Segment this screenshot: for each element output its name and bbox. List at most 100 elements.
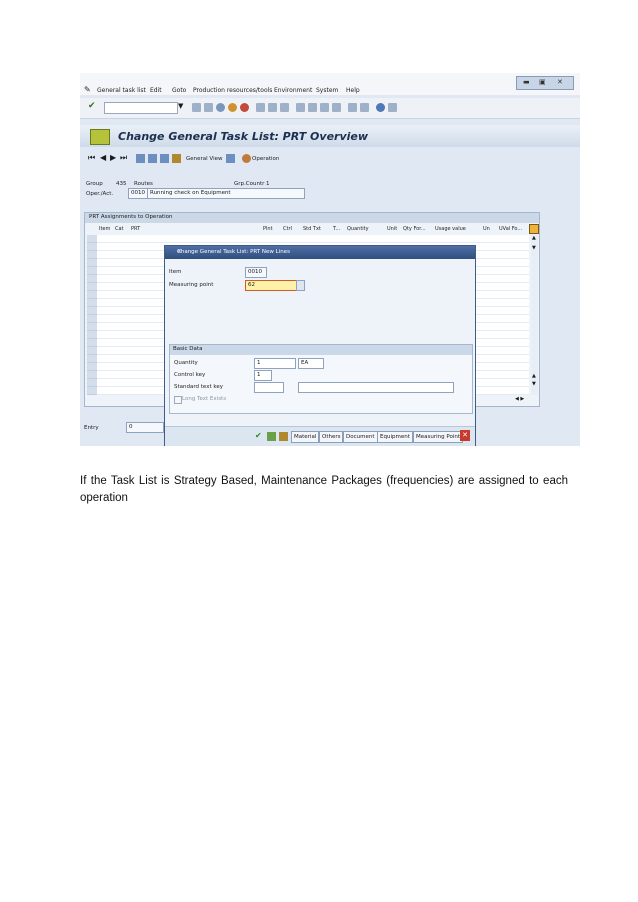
- operation-button[interactable]: Operation: [252, 156, 279, 162]
- operation-icon[interactable]: [242, 154, 251, 163]
- menu-environment[interactable]: Environment: [274, 87, 312, 94]
- cancel-dialog-icon[interactable]: ✕: [460, 430, 470, 441]
- scroll-down-bottom-icon[interactable]: ▼: [532, 381, 536, 387]
- group-value: 435: [116, 181, 127, 187]
- col-plnt[interactable]: Plnt: [263, 226, 273, 232]
- prev-page-icon[interactable]: [308, 103, 317, 112]
- item-label: Item: [169, 269, 182, 275]
- control-key-label: Control key: [174, 372, 206, 378]
- col-un[interactable]: Un: [483, 226, 490, 232]
- scroll-down-icon[interactable]: ▼: [532, 245, 536, 251]
- measuring-point-field[interactable]: 62: [245, 280, 297, 291]
- dropdown-icon[interactable]: ▼: [178, 102, 183, 110]
- general-view-button[interactable]: General View: [186, 156, 222, 162]
- group-text: Routes: [134, 181, 153, 187]
- col-ctrl[interactable]: Ctrl: [283, 226, 292, 232]
- col-cat[interactable]: Cat: [115, 226, 124, 232]
- find-next-icon[interactable]: [280, 103, 289, 112]
- next-page-icon[interactable]: [320, 103, 329, 112]
- layout-icon[interactable]: [388, 103, 397, 112]
- back-icon[interactable]: [192, 103, 201, 112]
- basic-data-header: Basic Data: [170, 345, 472, 355]
- title-bar: Change General Task List: PRT Overview: [80, 125, 580, 147]
- oper-value-field[interactable]: 0010: [128, 188, 148, 199]
- scroll-up-bottom-icon[interactable]: ▲: [532, 373, 536, 379]
- col-qty-for[interactable]: Qty For...: [403, 226, 426, 232]
- grpcountr-value: 1: [266, 181, 270, 187]
- next-record-icon[interactable]: ▶: [110, 153, 116, 162]
- last-record-icon[interactable]: ⏭: [120, 153, 127, 163]
- basic-data-section: Basic Data Quantity 1 EA Control key 1 S…: [169, 344, 473, 414]
- item-field[interactable]: 0010: [245, 267, 267, 278]
- restore-icon[interactable]: ▣: [539, 78, 546, 86]
- save-icon[interactable]: [204, 103, 213, 112]
- quantity-field[interactable]: 1: [254, 358, 296, 369]
- col-quantity[interactable]: Quantity: [347, 226, 369, 232]
- exit-icon[interactable]: [228, 103, 237, 112]
- shortcut-icon[interactable]: [360, 103, 369, 112]
- help-icon[interactable]: [376, 103, 385, 112]
- new-session-icon[interactable]: [348, 103, 357, 112]
- col-usage-value[interactable]: Usage value: [435, 226, 466, 232]
- menu-bar: ✎ General task list Edit Goto Production…: [80, 73, 580, 95]
- standard-text-key-field[interactable]: [254, 382, 284, 393]
- confirm-icon[interactable]: ✔: [255, 431, 262, 440]
- enter-icon[interactable]: ✔: [88, 101, 96, 111]
- measuring-point-button[interactable]: Measuring Point: [413, 431, 464, 443]
- row-selector-column[interactable]: [87, 235, 97, 395]
- print-icon[interactable]: [256, 103, 265, 112]
- scroll-left-right-icon[interactable]: ◀ ▶: [515, 396, 524, 402]
- prt-new-lines-dialog: Change General Task List: PRT New Lines …: [164, 245, 476, 446]
- first-record-icon[interactable]: ⏮: [88, 153, 95, 163]
- menu-system[interactable]: System: [316, 87, 338, 94]
- dialog-close-icon[interactable]: ✕: [177, 249, 470, 255]
- find-icon[interactable]: [268, 103, 277, 112]
- task-list-icon: [90, 129, 110, 145]
- long-text-checkbox[interactable]: [174, 396, 182, 404]
- menu-general-task-list[interactable]: General task list: [97, 87, 146, 94]
- control-key-field[interactable]: 1: [254, 370, 272, 381]
- last-page-icon[interactable]: [332, 103, 341, 112]
- search-help-icon[interactable]: [296, 280, 305, 291]
- delete-icon[interactable]: [160, 154, 169, 163]
- sap-screenshot: ✎ General task list Edit Goto Production…: [80, 73, 580, 446]
- close-icon[interactable]: ✕: [557, 78, 563, 86]
- menu-goto[interactable]: Goto: [172, 87, 186, 94]
- column-settings-icon[interactable]: [529, 224, 539, 234]
- col-unit[interactable]: Unit: [387, 226, 397, 232]
- dialog-button-bar: ✔ Material Others Document Equipment Mea…: [165, 426, 475, 446]
- first-page-icon[interactable]: [296, 103, 305, 112]
- oper-label: Oper./Act.: [86, 191, 114, 197]
- col-item[interactable]: Item: [99, 226, 110, 232]
- menu-edit[interactable]: Edit: [150, 87, 162, 94]
- col-uval-fo[interactable]: UVal Fo...: [499, 226, 522, 232]
- standard-text-description-field[interactable]: [298, 382, 454, 393]
- copy-icon[interactable]: [226, 154, 235, 163]
- document-button[interactable]: Document: [343, 431, 378, 443]
- back-nav-icon[interactable]: [216, 103, 225, 112]
- scroll-up-icon[interactable]: ▲: [532, 235, 536, 241]
- group-label: Group: [86, 181, 103, 187]
- select-all-icon[interactable]: [136, 154, 145, 163]
- menu-help[interactable]: Help: [346, 87, 360, 94]
- minimize-icon[interactable]: ▬: [523, 78, 530, 86]
- save-new-icon[interactable]: [267, 432, 276, 441]
- prev-record-icon[interactable]: ◀: [100, 153, 106, 162]
- command-field[interactable]: [104, 102, 178, 114]
- window-controls[interactable]: ▬ ▣ ✕: [516, 76, 574, 90]
- deselect-icon[interactable]: [148, 154, 157, 163]
- material-button[interactable]: Material: [291, 431, 320, 443]
- edit-icon[interactable]: [172, 154, 181, 163]
- oper-text-field[interactable]: Running check on Equipment: [147, 188, 305, 199]
- menu-production-resources[interactable]: Production resources/tools: [193, 87, 272, 94]
- cancel-icon[interactable]: [240, 103, 249, 112]
- table-scrollbar[interactable]: [531, 235, 538, 395]
- edit-line-icon[interactable]: [279, 432, 288, 441]
- col-prt[interactable]: PRT: [131, 226, 140, 232]
- col-t[interactable]: T...: [333, 226, 340, 232]
- col-std-txt[interactable]: Std Txt: [303, 226, 321, 232]
- others-button[interactable]: Others: [319, 431, 344, 443]
- entry-field[interactable]: 0: [126, 422, 164, 433]
- equipment-button[interactable]: Equipment: [377, 431, 413, 443]
- quantity-unit-field[interactable]: EA: [298, 358, 324, 369]
